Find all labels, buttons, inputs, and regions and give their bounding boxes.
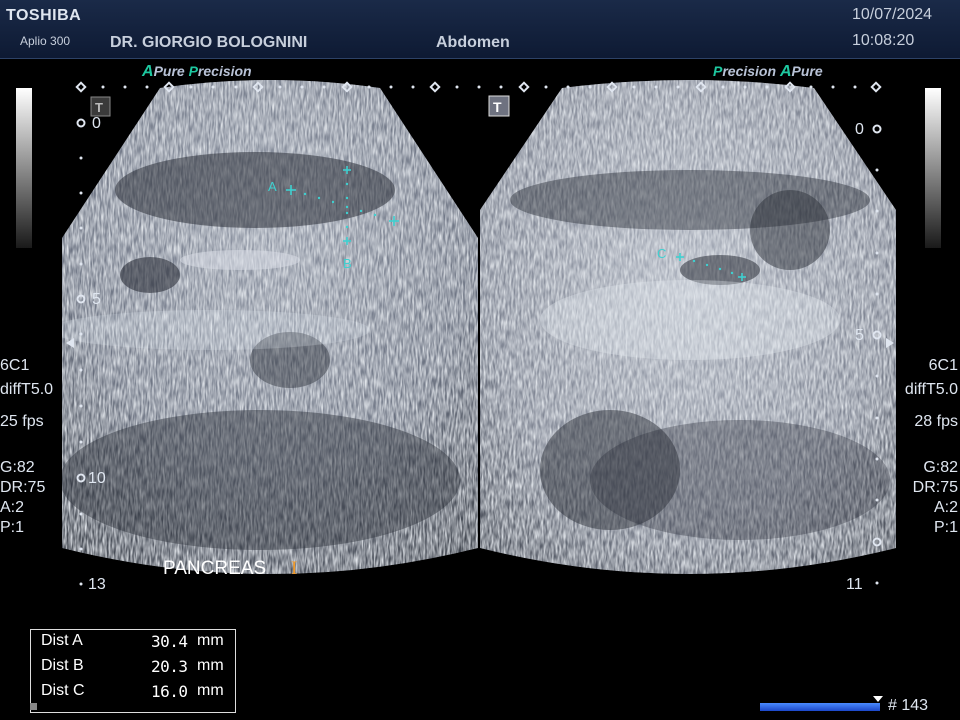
caliper-b-label: B bbox=[343, 256, 352, 271]
dist-b-unit: mm bbox=[197, 657, 224, 674]
cine-progress-bar[interactable] bbox=[760, 703, 880, 711]
dr-label-left: DR:75 bbox=[0, 479, 46, 496]
p-label-right: P:1 bbox=[933, 519, 958, 536]
diff-label-right: diffT5.0 bbox=[904, 381, 958, 398]
measurement-results: Dist A 30.4 mm Dist B 20.3 mm Dist C 16.… bbox=[30, 629, 236, 713]
ultrasound-view: A B C T T bbox=[62, 80, 896, 586]
caliper-a-label: A bbox=[268, 179, 277, 194]
frame-counter: # 143 bbox=[888, 697, 929, 714]
depth-label-left-5: 5 bbox=[92, 291, 101, 308]
dist-c-unit: mm bbox=[197, 682, 224, 699]
t-label-right: T bbox=[493, 99, 502, 115]
depth-label-right-0: 0 bbox=[855, 121, 864, 138]
dist-a-label: Dist A bbox=[41, 632, 83, 649]
dr-label-right: DR:75 bbox=[912, 479, 958, 496]
fps-label-left: 25 fps bbox=[0, 413, 44, 430]
depth-label-right-11: 11 bbox=[846, 576, 863, 593]
depth-label-left-0: 0 bbox=[92, 115, 101, 132]
depth-label-left-10: 10 bbox=[88, 470, 106, 487]
depth-label-right-5: 5 bbox=[855, 327, 864, 344]
dist-a-value: 30.4 bbox=[151, 632, 188, 651]
a-label-right: A:2 bbox=[933, 499, 958, 516]
depth-label-left-13: 13 bbox=[88, 576, 106, 593]
gain-label-right: G:82 bbox=[923, 459, 958, 476]
a-label-left: A:2 bbox=[0, 499, 25, 516]
gain-label-left: G:82 bbox=[0, 459, 35, 476]
caliper-c-label: C bbox=[657, 246, 666, 261]
dist-c-label: Dist C bbox=[41, 682, 85, 699]
corner-marker bbox=[30, 703, 37, 710]
t-label-left: T bbox=[95, 100, 103, 115]
cine-position-marker[interactable] bbox=[873, 696, 883, 702]
p-label-left: P:1 bbox=[0, 519, 25, 536]
dist-c-value: 16.0 bbox=[151, 682, 188, 701]
fps-label-right: 28 fps bbox=[914, 413, 958, 430]
probe-label-left: 6C1 bbox=[0, 357, 30, 374]
dist-b-label: Dist B bbox=[41, 657, 84, 674]
text-cursor-icon: I bbox=[291, 558, 298, 579]
probe-label-right: 6C1 bbox=[928, 357, 958, 374]
organ-annotation[interactable]: PANCREAS bbox=[163, 558, 266, 580]
dist-a-unit: mm bbox=[197, 632, 224, 649]
dist-b-value: 20.3 bbox=[151, 657, 188, 676]
right-image bbox=[480, 80, 896, 574]
left-image bbox=[62, 80, 478, 574]
diff-label-left: diffT5.0 bbox=[0, 381, 54, 398]
